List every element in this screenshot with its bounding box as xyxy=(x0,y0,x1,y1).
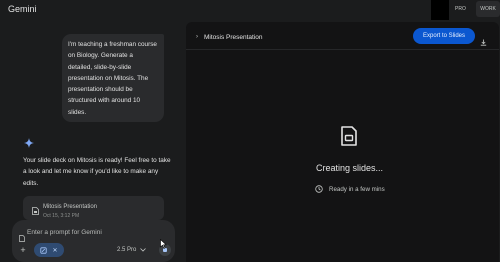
close-icon[interactable]: ✕ xyxy=(52,247,57,254)
prompt-box: + ✕ 2.5 Pro xyxy=(12,220,175,262)
pro-badge[interactable]: PRO xyxy=(452,4,469,14)
work-badge[interactable]: WORK xyxy=(476,1,500,17)
canvas-title: Mitosis Presentation xyxy=(204,34,263,41)
add-button[interactable]: + xyxy=(18,245,28,255)
mouse-cursor-icon xyxy=(160,236,167,254)
canvas-tool-chip[interactable]: ✕ xyxy=(34,243,64,257)
slides-file-icon xyxy=(32,202,39,220)
model-label: 2.5 Pro xyxy=(117,247,137,253)
collapse-icon[interactable]: › xyxy=(196,34,198,40)
presentation-card-date: Oct 15, 3:12 PM xyxy=(43,213,80,219)
ready-estimate-label: Ready in a few mins xyxy=(329,185,385,193)
prompt-input[interactable] xyxy=(27,227,147,238)
presentation-card[interactable]: Mitosis Presentation Oct 15, 3:12 PM xyxy=(23,196,164,220)
canvas-divider xyxy=(186,49,499,50)
window-control-area xyxy=(431,0,449,20)
gemini-spark-icon xyxy=(23,137,35,149)
presentation-card-title: Mitosis Presentation xyxy=(43,204,98,210)
creating-status: Creating slides... xyxy=(316,163,384,173)
user-message: I'm teaching a freshman course on Biolog… xyxy=(62,34,164,122)
export-to-slides-button[interactable]: Export to Slides xyxy=(413,28,475,44)
model-selector[interactable]: 2.5 Pro xyxy=(117,247,147,253)
clock-icon xyxy=(315,185,323,193)
slides-document-icon xyxy=(341,126,357,151)
top-bar: Gemini PRO WORK xyxy=(0,0,500,22)
canvas-tool-icon xyxy=(40,246,48,254)
ready-estimate: Ready in a few mins xyxy=(315,185,385,193)
chat-panel: I'm teaching a freshman course on Biolog… xyxy=(0,22,186,262)
app-title[interactable]: Gemini xyxy=(8,4,37,14)
chevron-down-icon xyxy=(140,248,147,252)
assistant-message: Your slide deck on Mitosis is ready! Fee… xyxy=(23,157,171,187)
canvas-panel: › Mitosis Presentation Export to Slides … xyxy=(186,22,499,262)
